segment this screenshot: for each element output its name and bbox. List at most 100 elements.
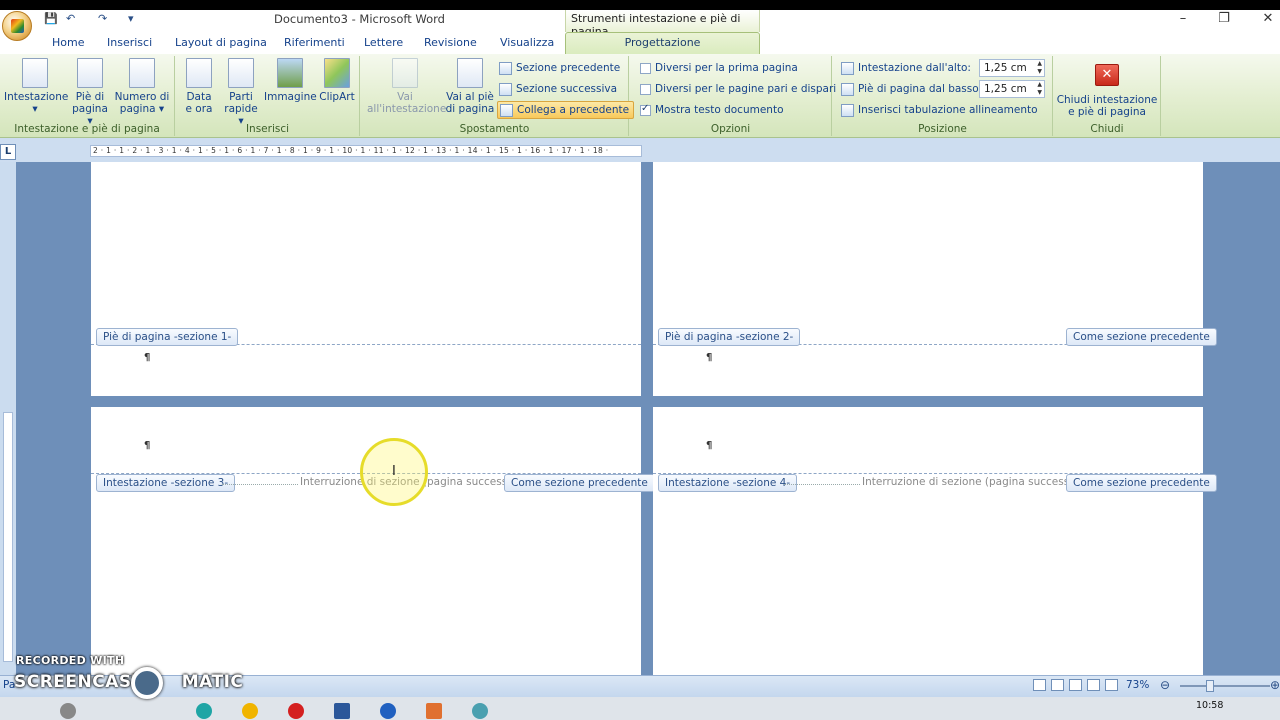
zoom-in-icon[interactable]: ⊕ — [1270, 678, 1280, 692]
intestazione-dall-alto-input[interactable]: 1,25 cm ▲ ▼ — [979, 59, 1045, 77]
zoom-slider[interactable] — [1180, 685, 1270, 687]
draft-icon[interactable] — [1105, 679, 1118, 691]
header-icon — [22, 58, 48, 88]
checkbox[interactable] — [640, 83, 651, 95]
sezione-successiva-button[interactable]: Sezione successiva — [499, 80, 617, 98]
pie-di-pagina-button[interactable]: Piè di pagina ▾ — [68, 58, 112, 127]
tab-layout-di-pagina[interactable]: Layout di pagina — [175, 36, 267, 49]
page-section-2[interactable] — [653, 162, 1203, 396]
minimize-button[interactable]: – — [1163, 10, 1203, 30]
zoom-level[interactable]: 73% — [1126, 679, 1149, 691]
group-opzioni: Diversi per la prima pagina Diversi per … — [630, 56, 836, 136]
tab-progettazione[interactable]: Progettazione — [565, 32, 760, 55]
zoom-slider-thumb[interactable] — [1206, 680, 1214, 692]
page-number-icon — [129, 58, 155, 88]
numero-di-pagina-button[interactable]: Numero di pagina ▾ — [114, 58, 170, 115]
web-layout-icon[interactable] — [1069, 679, 1082, 691]
vertical-ruler[interactable] — [0, 162, 16, 675]
window-title: Documento3 - Microsoft Word — [274, 12, 445, 26]
tab-lettere[interactable]: Lettere — [364, 36, 403, 49]
ribbon: Intestazione ▾ Piè di pagina ▾ Numero di… — [0, 54, 1280, 138]
tab-revisione[interactable]: Revisione — [424, 36, 477, 49]
page-section-3[interactable] — [91, 407, 641, 675]
redo-icon[interactable]: ↷ — [98, 12, 107, 26]
tab-inserisci[interactable]: Inserisci — [107, 36, 152, 49]
watermark-brand: SCREENCAST MATIC — [14, 672, 244, 692]
close-window-button[interactable]: ✕ — [1248, 10, 1280, 30]
group-spostamento: Vai all'intestazione Vai al piè di pagin… — [361, 56, 635, 136]
diversi-pari-dispari-checkbox[interactable]: Diversi per le pagine pari e dispari — [640, 80, 836, 98]
contextual-tools-title: Strumenti intestazione e piè di pagina — [565, 10, 760, 38]
undo-icon[interactable]: ↶ — [66, 12, 75, 26]
zoom-out-icon[interactable]: ⊖ — [1160, 678, 1170, 692]
parti-rapide-button[interactable]: Parti rapide ▾ — [220, 58, 262, 127]
mostra-testo-documento-checkbox[interactable]: Mostra testo documento — [640, 101, 784, 119]
data-e-ora-button[interactable]: Data e ora — [182, 58, 216, 115]
header-position-icon — [841, 61, 854, 75]
outline-icon[interactable] — [1087, 679, 1100, 691]
same-as-previous-tag: Come sezione precedente — [504, 474, 655, 492]
calendar-icon — [186, 58, 212, 88]
immagine-button[interactable]: Immagine — [264, 58, 317, 103]
ibeam-cursor-icon: I — [392, 464, 396, 479]
vai-all-intestazione-button[interactable]: Vai all'intestazione — [367, 58, 446, 115]
paragraph-mark[interactable]: ¶ — [706, 440, 712, 451]
same-as-previous-tag: Come sezione precedente — [1066, 328, 1217, 346]
tab-riferimenti[interactable]: Riferimenti — [284, 36, 345, 49]
restore-button[interactable]: ❐ — [1204, 10, 1244, 30]
folder-icon[interactable] — [242, 703, 258, 719]
word-icon[interactable] — [334, 703, 350, 719]
paragraph-mark[interactable]: ¶ — [144, 352, 150, 363]
go-to-header-icon — [392, 58, 418, 88]
group-label: Opzioni — [710, 123, 751, 135]
horizontal-ruler[interactable]: 2 · 1 · 1 · 2 · 1 · 3 · 1 · 4 · 1 · 5 · … — [90, 145, 642, 157]
group-posizione: Intestazione dall'alto: 1,25 cm ▲ ▼ Piè d… — [833, 56, 1053, 136]
office-logo-icon — [11, 19, 24, 33]
save-icon[interactable]: 💾 — [44, 12, 58, 26]
clipart-button[interactable]: ClipArt — [318, 58, 356, 103]
office-button[interactable] — [2, 11, 32, 41]
link-to-previous-icon — [500, 103, 513, 117]
sezione-precedente-button[interactable]: Sezione precedente — [499, 59, 620, 77]
pie-di-pagina-dal-basso-label: Piè di pagina dal basso: — [841, 80, 982, 98]
intestazione-button[interactable]: Intestazione ▾ — [4, 58, 68, 115]
inserisci-tabulazione-button[interactable]: Inserisci tabulazione allineamento — [841, 101, 1038, 119]
customize-qat-icon[interactable]: ▾ — [128, 12, 134, 26]
pie-di-pagina-dal-basso-input[interactable]: 1,25 cm ▲ ▼ — [979, 80, 1045, 98]
print-layout-icon[interactable] — [1033, 679, 1046, 691]
page-section-4[interactable] — [653, 407, 1203, 675]
page-section-1[interactable] — [91, 162, 641, 396]
tab-visualizza[interactable]: Visualizza — [500, 36, 554, 49]
group-label: Inserisci — [245, 123, 290, 135]
app-icon[interactable] — [288, 703, 304, 719]
app-icon[interactable] — [426, 703, 442, 719]
app-icon[interactable] — [472, 703, 488, 719]
screencast-logo-icon — [131, 667, 163, 699]
chiudi-intestazione-button[interactable]: ✕ Chiudi intestazione e piè di pagina — [1056, 64, 1158, 118]
paragraph-mark[interactable]: ¶ — [144, 440, 150, 451]
clock[interactable]: 10:58 — [1196, 700, 1223, 711]
browser-icon[interactable] — [380, 703, 396, 719]
footer-icon — [77, 58, 103, 88]
group-label: Intestazione e piè di pagina — [14, 123, 160, 135]
tab-selector-button[interactable]: L — [0, 144, 16, 160]
search-icon[interactable] — [60, 703, 76, 719]
paragraph-mark[interactable]: ¶ — [706, 352, 712, 363]
checkbox-checked[interactable] — [640, 103, 651, 116]
same-as-previous-tag: Come sezione precedente — [1066, 474, 1217, 492]
checkbox[interactable] — [640, 62, 651, 74]
spin-arrows-icon[interactable]: ▲ ▼ — [1037, 60, 1042, 76]
group-label: Chiudi — [1090, 123, 1124, 135]
tab-home[interactable]: Home — [52, 36, 84, 49]
full-screen-reading-icon[interactable] — [1051, 679, 1064, 691]
spin-arrows-icon[interactable]: ▲ ▼ — [1037, 81, 1042, 97]
app-icon[interactable] — [196, 703, 212, 719]
vai-al-pie-button[interactable]: Vai al piè di pagina — [445, 58, 495, 115]
next-section-icon — [499, 82, 512, 96]
section-break-label: Interruzione di sezione (pagina successi… — [862, 476, 1089, 488]
intestazione-dall-alto-label: Intestazione dall'alto: — [841, 59, 971, 77]
diversi-prima-pagina-checkbox[interactable]: Diversi per la prima pagina — [640, 59, 798, 77]
collega-a-precedente-button[interactable]: Collega a precedente — [497, 101, 635, 119]
header-tag-section-4: Intestazione -sezione 4- — [658, 474, 798, 492]
group-label: Posizione — [918, 123, 967, 135]
